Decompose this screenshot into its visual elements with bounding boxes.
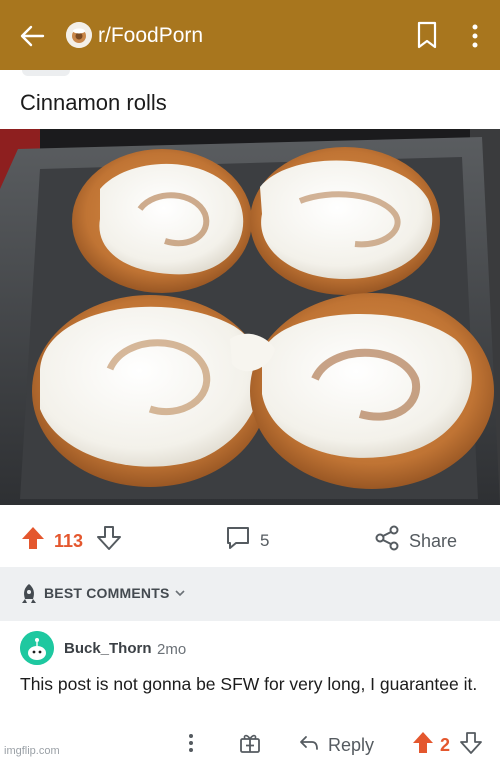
comment-sort-bar[interactable]: BEST COMMENTS xyxy=(0,567,500,621)
post-image[interactable] xyxy=(0,129,500,505)
comment-downvote-icon[interactable] xyxy=(460,731,482,755)
user-avatar[interactable] xyxy=(20,631,54,665)
post-actions-bar: 113 5 Share xyxy=(0,505,500,567)
subreddit-avatar[interactable] xyxy=(66,22,92,48)
comment-score: 2 xyxy=(440,735,451,755)
rocket-icon xyxy=(22,584,36,603)
comment: Buck_Thorn 2mo This post is not gonna be… xyxy=(0,621,500,762)
comment-icon[interactable] xyxy=(224,525,252,551)
post-title[interactable]: Cinnamon rolls xyxy=(20,90,167,116)
comment-timestamp: 2mo xyxy=(157,641,187,658)
comment-upvote-icon[interactable] xyxy=(412,731,434,755)
upvote-count: 113 xyxy=(54,531,84,551)
comment-count[interactable]: 5 xyxy=(260,531,269,551)
reply-button[interactable]: Reply xyxy=(328,735,374,756)
bookmark-icon[interactable] xyxy=(414,20,440,50)
upvote-icon[interactable] xyxy=(20,525,46,551)
comment-username[interactable]: Buck_Thorn xyxy=(64,640,152,657)
chevron-down-icon[interactable] xyxy=(174,587,186,599)
top-divider xyxy=(0,70,500,78)
downvote-icon[interactable] xyxy=(96,525,122,551)
share-label[interactable]: Share xyxy=(409,531,457,552)
more-options-icon[interactable] xyxy=(468,22,482,50)
sort-label[interactable]: BEST COMMENTS xyxy=(44,585,170,601)
reply-icon[interactable] xyxy=(298,733,320,753)
app-bar: r/FoodPorn xyxy=(0,0,500,70)
award-icon[interactable] xyxy=(238,731,262,755)
subreddit-name[interactable]: r/FoodPorn xyxy=(98,24,203,48)
back-arrow-icon[interactable] xyxy=(16,20,48,52)
share-icon[interactable] xyxy=(374,525,400,551)
watermark: imgflip.com xyxy=(4,745,60,757)
comment-body: This post is not gonna be SFW for very l… xyxy=(20,674,478,694)
more-options-icon[interactable] xyxy=(186,731,196,755)
comment-actions: Reply 2 xyxy=(0,727,500,761)
